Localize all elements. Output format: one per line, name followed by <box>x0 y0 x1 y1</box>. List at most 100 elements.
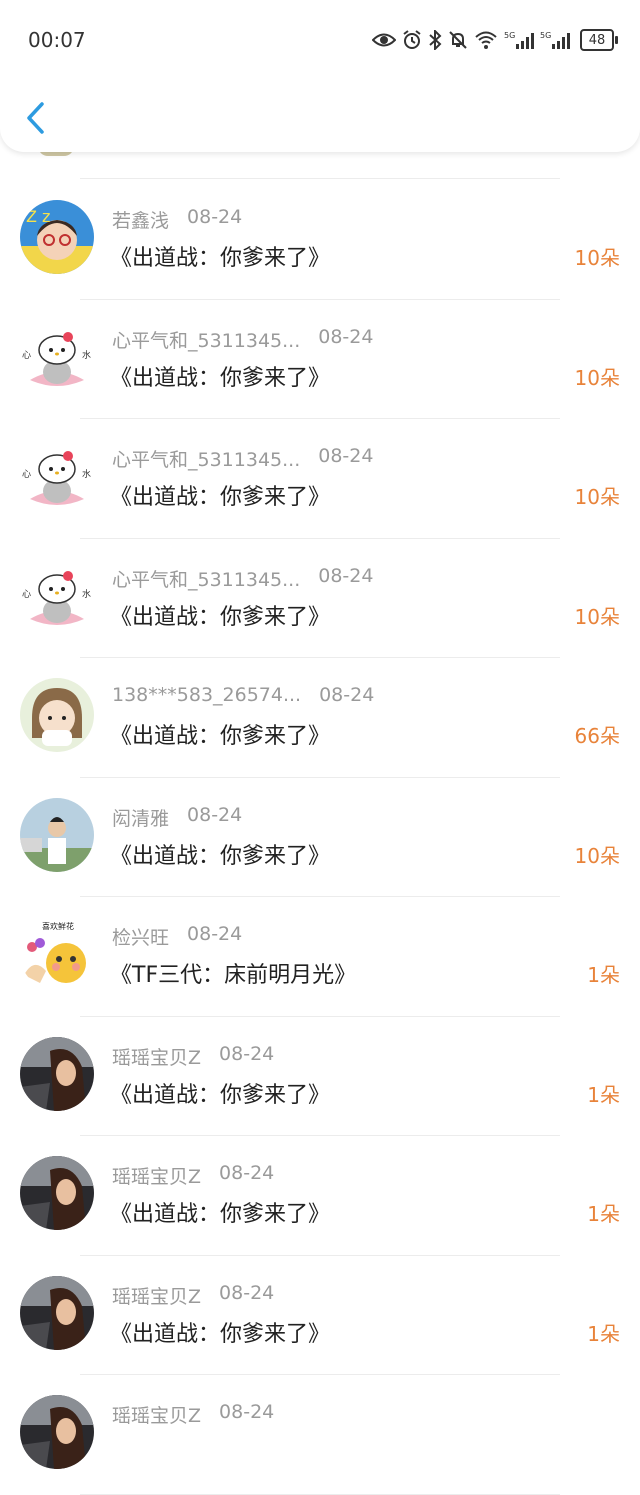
date-label: 08-24 <box>318 564 374 587</box>
portrait-girl-avatar[interactable] <box>20 1156 94 1230</box>
work-title[interactable]: 《出道战：你爹来了》 <box>110 1316 330 1348</box>
date-label: 08-24 <box>219 1042 275 1065</box>
list-item[interactable]: 心水心平气和_5311345... 08-24 《出道战：你爹来了》 10朵 <box>0 419 640 539</box>
item-meta: 闳清雅 08-24 <box>112 804 242 831</box>
flower-amount: 1朵 <box>587 963 620 987</box>
work-title[interactable]: 《出道战：你爹来了》 <box>110 1196 330 1228</box>
chevron-left-icon <box>27 102 44 134</box>
user-name[interactable]: 瑶瑶宝贝Z <box>112 1401 201 1428</box>
date-label: 08-24 <box>187 803 243 826</box>
svg-text:5G: 5G <box>504 31 515 40</box>
flower-amount: 1朵 <box>587 1202 620 1226</box>
glasses-girl-avatar[interactable]: Z z <box>20 200 94 274</box>
user-name[interactable]: 瑶瑶宝贝Z <box>112 1162 201 1189</box>
flower-amount: 10朵 <box>574 604 620 629</box>
date-label: 08-24 <box>318 445 374 467</box>
work-title[interactable]: 《TF三代：床前明月光》 <box>110 957 356 989</box>
item-meta: 心平气和_5311345... 08-24 <box>112 565 373 592</box>
svg-text:心: 心 <box>22 589 31 600</box>
top-header: 00:07 5G 5G 48 <box>0 0 640 152</box>
flower-amount: 10朵 <box>574 365 620 390</box>
flower-amount: 10朵 <box>574 485 620 509</box>
flower-amount: 1朵 <box>587 1321 620 1346</box>
work-title[interactable]: 《出道战：你爹来了》 <box>110 240 330 272</box>
user-name[interactable]: 138***583_26574... <box>112 684 301 706</box>
alarm-icon <box>402 30 422 50</box>
list-item[interactable]: 瑶瑶宝贝Z 08-24 《出道战：你爹来了》 1朵 <box>0 1017 640 1136</box>
svg-text:心: 心 <box>22 469 31 480</box>
svg-text:水: 水 <box>82 349 91 361</box>
signal-5g-icon: 5G <box>504 30 534 50</box>
work-title[interactable]: 《出道战：你爹来了》 <box>110 838 330 870</box>
item-meta: 瑶瑶宝贝Z 08-24 <box>112 1401 274 1428</box>
user-name[interactable]: 若鑫浅 <box>112 206 169 233</box>
hello-kitty-avatar[interactable]: 心水 <box>20 558 94 633</box>
user-name[interactable]: 心平气和_5311345... <box>112 565 300 592</box>
list-item[interactable]: Z z 若鑫浅 08-24 《出道战：你爹来了》 10朵 <box>0 180 640 300</box>
work-title[interactable]: 《出道战：你爹来了》 <box>110 479 330 511</box>
portrait-girl-avatar[interactable] <box>20 1395 94 1469</box>
date-label: 08-24 <box>187 206 243 228</box>
svg-text:水: 水 <box>82 588 91 600</box>
flower-amount: 10朵 <box>574 246 620 270</box>
svg-text:Z z: Z z <box>26 207 50 226</box>
user-name[interactable]: 闳清雅 <box>112 804 169 831</box>
photo-person-avatar[interactable] <box>20 797 94 872</box>
flower-amount: 1朵 <box>587 1082 620 1107</box>
flower-amount: 10朵 <box>574 843 620 868</box>
gift-record-list: Z z 若鑫浅 08-24 《出道战：你爹来了》 10朵心水心平气和_5311345..… <box>0 180 640 1495</box>
cartoon-girl-avatar[interactable] <box>20 678 94 752</box>
list-item[interactable]: 心水心平气和_5311345... 08-24 《出道战：你爹来了》 10朵 <box>0 539 640 658</box>
date-label: 08-24 <box>219 1401 275 1423</box>
portrait-girl-avatar[interactable] <box>20 1275 94 1350</box>
svg-text:5G: 5G <box>540 31 551 40</box>
list-item[interactable]: 瑶瑶宝贝Z 08-24 《出道战：你爹来了》 1朵 <box>0 1256 640 1375</box>
divider <box>80 1493 560 1495</box>
user-name[interactable]: 瑶瑶宝贝Z <box>112 1043 201 1070</box>
work-title[interactable]: 《出道战：你爹来了》 <box>110 718 330 750</box>
item-meta: 心平气和_5311345... 08-24 <box>112 326 373 353</box>
bluetooth-icon <box>428 30 442 50</box>
flower-amount: 66朵 <box>574 724 620 748</box>
item-meta: 138***583_26574... 08-24 <box>112 684 374 706</box>
user-name[interactable]: 瑶瑶宝贝Z <box>112 1282 201 1309</box>
date-label: 08-24 <box>219 1281 275 1304</box>
item-meta: 瑶瑶宝贝Z 08-24 <box>112 1162 274 1189</box>
list-item[interactable]: 喜欢鲜花 检兴旺 08-24 《TF三代：床前明月光》 1朵 <box>0 897 640 1017</box>
user-name[interactable]: 检兴旺 <box>112 923 169 950</box>
date-label: 08-24 <box>319 684 375 706</box>
item-meta: 瑶瑶宝贝Z 08-24 <box>112 1043 274 1070</box>
svg-text:水: 水 <box>82 468 91 480</box>
svg-text:心: 心 <box>22 350 31 361</box>
item-meta: 若鑫浅 08-24 <box>112 206 242 233</box>
hello-kitty-avatar[interactable]: 心水 <box>20 439 94 513</box>
work-title[interactable]: 《出道战：你爹来了》 <box>110 360 330 392</box>
mute-bell-icon <box>448 30 468 50</box>
wifi-icon <box>474 30 498 50</box>
battery-icon: 48 <box>580 29 618 51</box>
date-label: 08-24 <box>318 325 374 348</box>
list-item[interactable]: 心水心平气和_5311345... 08-24 《出道战：你爹来了》 10朵 <box>0 300 640 419</box>
hello-kitty-avatar[interactable]: 心水 <box>20 319 94 394</box>
work-title[interactable]: 《出道战：你爹来了》 <box>110 599 330 631</box>
divider <box>80 178 560 179</box>
user-name[interactable]: 心平气和_5311345... <box>112 445 300 472</box>
status-time: 00:07 <box>28 28 86 52</box>
item-meta: 检兴旺 08-24 <box>112 923 242 950</box>
list-item[interactable]: 138***583_26574... 08-24 《出道战：你爹来了》 66朵 <box>0 658 640 778</box>
eye-icon <box>372 31 396 49</box>
signal-5g-icon: 5G <box>540 30 570 50</box>
back-button[interactable] <box>20 98 50 138</box>
emoji-flowers-avatar[interactable]: 喜欢鲜花 <box>20 917 94 991</box>
portrait-girl-avatar[interactable] <box>20 1036 94 1111</box>
user-name[interactable]: 心平气和_5311345... <box>112 326 300 353</box>
work-title[interactable]: 《出道战：你爹来了》 <box>110 1077 330 1109</box>
list-item[interactable]: 闳清雅 08-24 《出道战：你爹来了》 10朵 <box>0 778 640 897</box>
item-meta: 心平气和_5311345... 08-24 <box>112 445 373 472</box>
list-item[interactable]: 瑶瑶宝贝Z 08-24 《出道战：你爹来了》 1朵 <box>0 1136 640 1256</box>
list-item[interactable]: 瑶瑶宝贝Z 08-24 <box>0 1375 640 1495</box>
item-meta: 瑶瑶宝贝Z 08-24 <box>112 1282 274 1309</box>
status-icons: 5G 5G 48 <box>372 26 618 54</box>
date-label: 08-24 <box>187 923 243 945</box>
date-label: 08-24 <box>219 1162 275 1184</box>
